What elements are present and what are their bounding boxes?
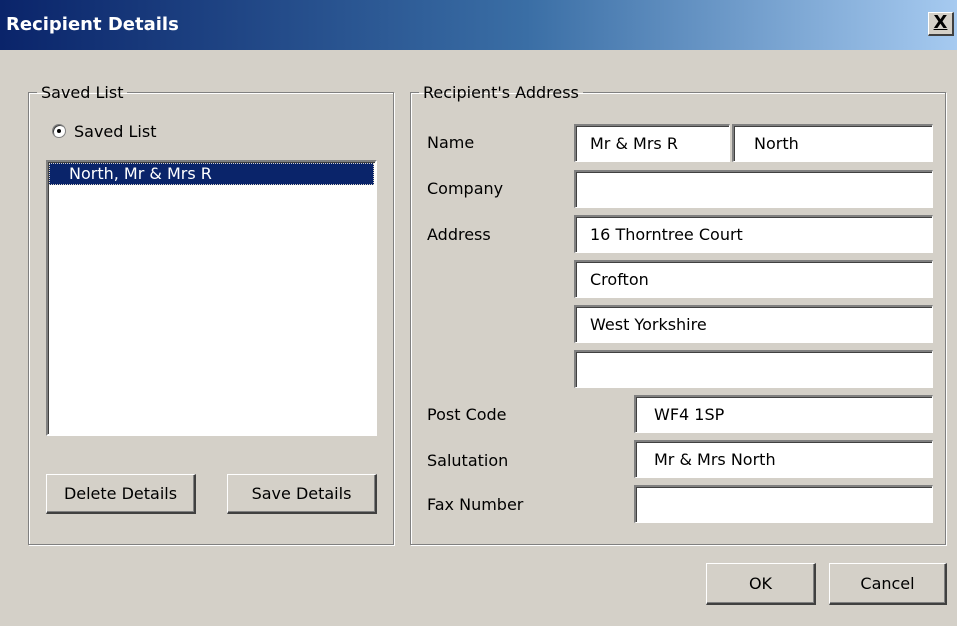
address-line4-field[interactable] — [574, 350, 933, 388]
cancel-button[interactable]: Cancel — [829, 563, 947, 605]
list-item[interactable]: North, Mr & Mrs R — [49, 163, 374, 185]
name-label: Name — [427, 133, 475, 152]
salutation-label: Salutation — [427, 451, 509, 470]
name-last-field[interactable]: North — [732, 124, 933, 162]
salutation-field[interactable]: Mr & Mrs North — [634, 440, 933, 478]
recipient-address-group-label: Recipient's Address — [423, 83, 579, 102]
address-line1-field[interactable]: 16 Thorntree Court — [574, 215, 933, 253]
saved-list-listbox[interactable]: North, Mr & Mrs R — [46, 160, 377, 436]
close-button[interactable]: X — [928, 12, 954, 36]
saved-list-radio[interactable]: Saved List — [52, 120, 156, 142]
save-details-button[interactable]: Save Details — [227, 474, 377, 514]
name-first-field[interactable]: Mr & Mrs R — [574, 124, 730, 162]
address-line2-field[interactable]: Crofton — [574, 260, 933, 298]
radio-selected-dot — [57, 129, 61, 133]
radio-button-icon[interactable] — [52, 124, 66, 138]
post-code-label: Post Code — [427, 405, 507, 424]
fax-number-label: Fax Number — [427, 495, 524, 514]
title-bar: Recipient Details X — [0, 0, 957, 50]
saved-list-radio-label: Saved List — [74, 121, 157, 141]
saved-list-group-label: Saved List — [41, 83, 124, 102]
company-label: Company — [427, 179, 504, 198]
company-field[interactable] — [574, 170, 933, 208]
post-code-field[interactable]: WF4 1SP — [634, 395, 933, 433]
address-label: Address — [427, 225, 491, 244]
delete-details-button[interactable]: Delete Details — [46, 474, 196, 514]
address-line3-field[interactable]: West Yorkshire — [574, 305, 933, 343]
ok-button[interactable]: OK — [706, 563, 816, 605]
window-title: Recipient Details — [6, 14, 179, 35]
fax-number-field[interactable] — [634, 485, 933, 523]
